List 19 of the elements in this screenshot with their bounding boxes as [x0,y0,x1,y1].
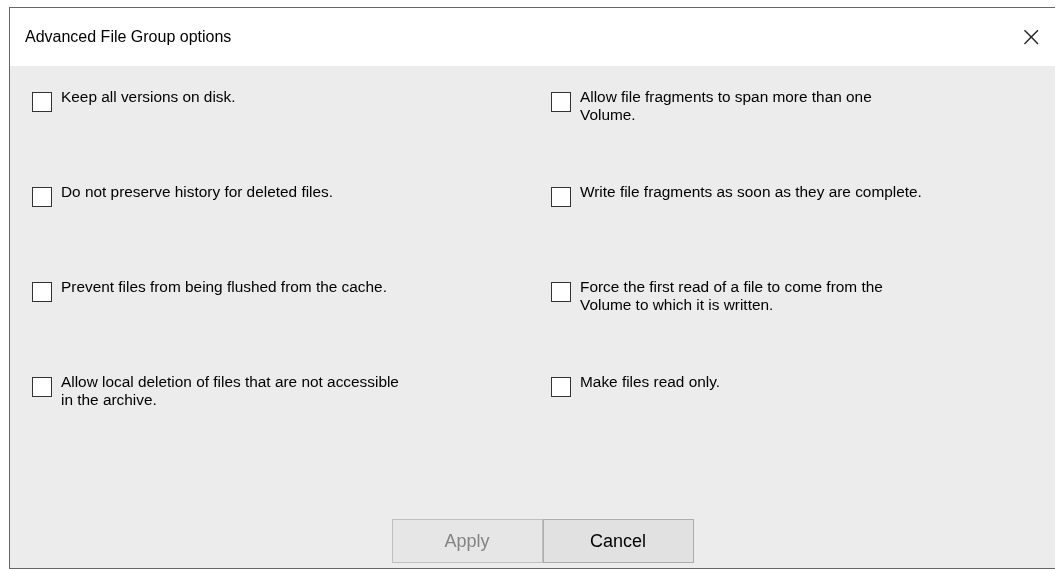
option-label: Force the first read of a file to come from the Volume to which it is written. [580,278,883,314]
option-label: Allow local deletion of files that are not accessible in the archive. [61,373,399,409]
window-title: Advanced File Group options [25,28,232,46]
cancel-button[interactable]: Cancel [542,519,694,563]
checkbox[interactable] [32,92,52,112]
option-label: Keep all versions on disk. [61,88,236,106]
option-label: Prevent files from being flushed from the cache. [61,278,387,296]
checkbox[interactable] [551,92,571,112]
option-label: Write file fragments as soon as they are complete. [580,183,922,201]
close-button[interactable]: × [1019,23,1043,51]
checkbox[interactable] [32,187,52,207]
option-label: Allow file fragments to span more than one Volume. [580,88,872,124]
checkbox[interactable] [32,282,52,302]
checkbox[interactable] [32,377,52,397]
checkbox[interactable] [551,187,571,207]
option-label: Make files read only. [580,373,720,391]
checkbox[interactable] [551,377,571,397]
checkbox[interactable] [551,282,571,302]
option-label: Do not preserve history for deleted files. [61,183,334,201]
